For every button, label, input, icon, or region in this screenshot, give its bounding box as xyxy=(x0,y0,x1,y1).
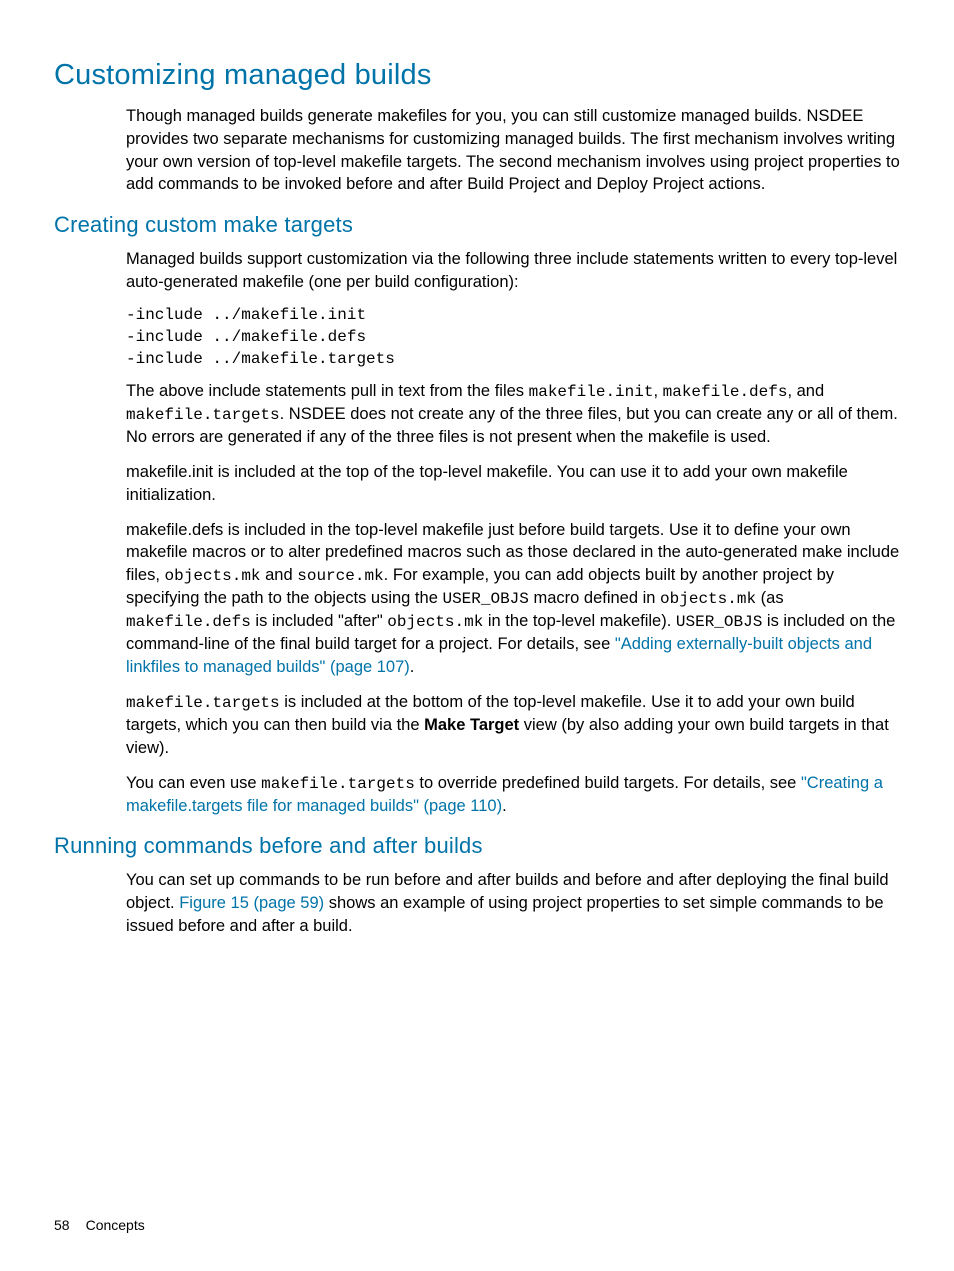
paragraph-include-explanation: The above include statements pull in tex… xyxy=(126,380,900,449)
paragraph-running-commands: You can set up commands to be run before… xyxy=(126,869,900,937)
code-makefile-targets: makefile.targets xyxy=(126,406,280,424)
paragraph-makefile-targets: makefile.targets is included at the bott… xyxy=(126,691,900,760)
text: to override predefined build targets. Fo… xyxy=(415,774,801,792)
code-objects-mk-3: objects.mk xyxy=(387,613,483,631)
link-figure-15[interactable]: Figure 15 (page 59) xyxy=(179,894,324,912)
code-user-objs: USER_OBJS xyxy=(442,590,528,608)
code-makefile-targets-2: makefile.targets xyxy=(126,694,280,712)
text: (as xyxy=(756,589,784,607)
paragraph-override-targets: You can even use makefile.targets to ove… xyxy=(126,772,900,818)
code-source-mk: source.mk xyxy=(297,567,383,585)
heading-creating-custom-make-targets: Creating custom make targets xyxy=(54,210,900,240)
code-makefile-defs: makefile.defs xyxy=(663,383,788,401)
paragraph-makefile-defs: makefile.defs is included in the top-lev… xyxy=(126,519,900,679)
code-include-statements: -include ../makefile.init -include ../ma… xyxy=(126,305,900,370)
heading-running-commands: Running commands before and after builds xyxy=(54,831,900,861)
code-makefile-init: makefile.init xyxy=(529,383,654,401)
text: The above include statements pull in tex… xyxy=(126,382,529,400)
text: You can even use xyxy=(126,774,261,792)
paragraph-makefile-init: makefile.init is included at the top of … xyxy=(126,461,900,507)
text: in the top-level makefile). xyxy=(483,612,676,630)
bold-make-target: Make Target xyxy=(424,716,519,734)
paragraph-intro: Though managed builds generate makefiles… xyxy=(126,105,900,196)
heading-customizing-managed-builds: Customizing managed builds xyxy=(54,56,900,95)
code-objects-mk: objects.mk xyxy=(165,567,261,585)
text: is included "after" xyxy=(251,612,387,630)
text: . xyxy=(502,797,507,815)
text: . xyxy=(410,658,415,676)
section-name: Concepts xyxy=(86,1217,145,1233)
page-number: 58 xyxy=(54,1217,70,1233)
text: and xyxy=(261,566,298,584)
paragraph-custom-targets-intro: Managed builds support customization via… xyxy=(126,248,900,294)
code-makefile-defs-2: makefile.defs xyxy=(126,613,251,631)
code-objects-mk-2: objects.mk xyxy=(660,590,756,608)
text: macro defined in xyxy=(529,589,660,607)
code-makefile-targets-3: makefile.targets xyxy=(261,775,415,793)
code-user-objs-2: USER_OBJS xyxy=(676,613,762,631)
page-footer: 58 Concepts xyxy=(54,1216,145,1235)
text: , and xyxy=(787,382,824,400)
text: , xyxy=(653,382,662,400)
